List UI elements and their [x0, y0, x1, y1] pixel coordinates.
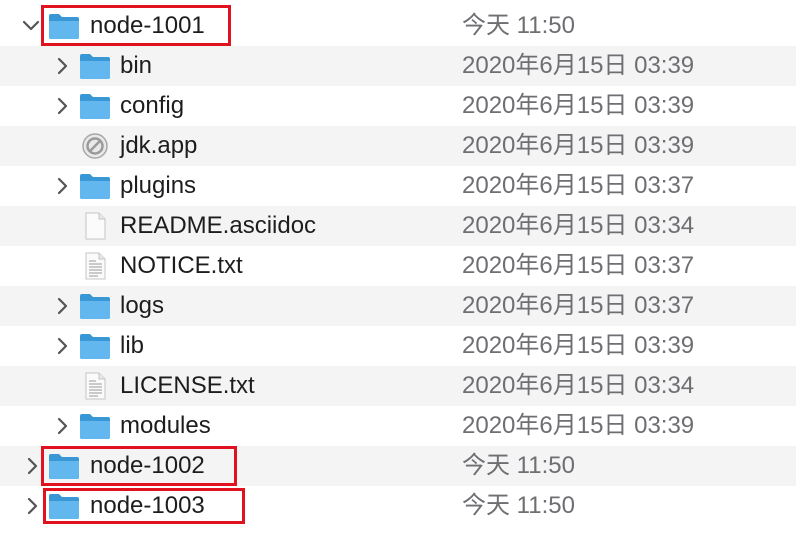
- folder-icon: [48, 452, 80, 480]
- item-name: NOTICE.txt: [120, 252, 243, 279]
- item-name: lib: [120, 332, 145, 359]
- chevron-right-icon[interactable]: [23, 446, 43, 486]
- chevron-right-icon[interactable]: [53, 326, 73, 366]
- item-name: jdk.app: [120, 132, 198, 159]
- chevron-down-icon[interactable]: [21, 6, 41, 46]
- folder-icon: [48, 492, 80, 520]
- list-item-node-1001[interactable]: node-1001 今天 11:50: [0, 6, 796, 46]
- folder-icon: [79, 92, 111, 120]
- item-date: 今天 11:50: [462, 452, 575, 479]
- list-item-node-1002[interactable]: node-1002 今天 11:50: [0, 446, 796, 486]
- item-name: bin: [120, 52, 153, 79]
- item-name: config: [120, 92, 185, 119]
- chevron-right-icon[interactable]: [53, 286, 73, 326]
- file-list: node-1001 今天 11:50 bin 2020年6月15日 03:39 …: [0, 0, 796, 534]
- list-item-logs[interactable]: logs 2020年6月15日 03:37: [0, 286, 796, 326]
- list-item-lib[interactable]: lib 2020年6月15日 03:39: [0, 326, 796, 366]
- item-name: node-1001: [90, 12, 205, 39]
- item-date: 2020年6月15日 03:39: [462, 52, 695, 79]
- item-date: 2020年6月15日 03:39: [462, 132, 695, 159]
- prohibited-app-icon: [79, 132, 111, 160]
- item-name: plugins: [120, 172, 197, 199]
- item-date: 2020年6月15日 03:39: [462, 92, 695, 119]
- folder-icon: [48, 12, 80, 40]
- chevron-right-icon[interactable]: [53, 166, 73, 206]
- chevron-right-icon[interactable]: [53, 406, 73, 446]
- item-date: 2020年6月15日 03:34: [462, 212, 695, 239]
- chevron-right-icon[interactable]: [23, 486, 43, 526]
- item-date: 2020年6月15日 03:37: [462, 252, 695, 279]
- list-item-readme[interactable]: README.asciidoc 2020年6月15日 03:34: [0, 206, 796, 246]
- list-item-jdk-app[interactable]: jdk.app 2020年6月15日 03:39: [0, 126, 796, 166]
- text-document-icon: [79, 372, 111, 400]
- item-name: logs: [120, 292, 165, 319]
- text-document-icon: [79, 252, 111, 280]
- list-item-bin[interactable]: bin 2020年6月15日 03:39: [0, 46, 796, 86]
- folder-icon: [79, 52, 111, 80]
- folder-icon: [79, 412, 111, 440]
- item-date: 2020年6月15日 03:39: [462, 412, 695, 439]
- list-item-node-1003[interactable]: node-1003 今天 11:50: [0, 486, 796, 526]
- list-item-license[interactable]: LICENSE.txt 2020年6月15日 03:34: [0, 366, 796, 406]
- folder-icon: [79, 332, 111, 360]
- list-item-modules[interactable]: modules 2020年6月15日 03:39: [0, 406, 796, 446]
- chevron-right-icon[interactable]: [53, 46, 73, 86]
- list-item-notice[interactable]: NOTICE.txt 2020年6月15日 03:37: [0, 246, 796, 286]
- item-date: 今天 11:50: [462, 12, 575, 39]
- item-name: node-1002: [90, 452, 205, 479]
- blank-document-icon: [79, 212, 111, 240]
- item-date: 2020年6月15日 03:39: [462, 332, 695, 359]
- item-name: LICENSE.txt: [120, 372, 255, 399]
- list-item-config[interactable]: config 2020年6月15日 03:39: [0, 86, 796, 126]
- item-date: 2020年6月15日 03:37: [462, 292, 695, 319]
- item-date: 2020年6月15日 03:37: [462, 172, 695, 199]
- item-name: node-1003: [90, 492, 205, 519]
- item-name: README.asciidoc: [120, 212, 317, 239]
- item-date: 2020年6月15日 03:34: [462, 372, 695, 399]
- item-date: 今天 11:50: [462, 492, 575, 519]
- folder-icon: [79, 172, 111, 200]
- chevron-right-icon[interactable]: [53, 86, 73, 126]
- folder-icon: [79, 292, 111, 320]
- list-item-plugins[interactable]: plugins 2020年6月15日 03:37: [0, 166, 796, 206]
- item-name: modules: [120, 412, 211, 439]
